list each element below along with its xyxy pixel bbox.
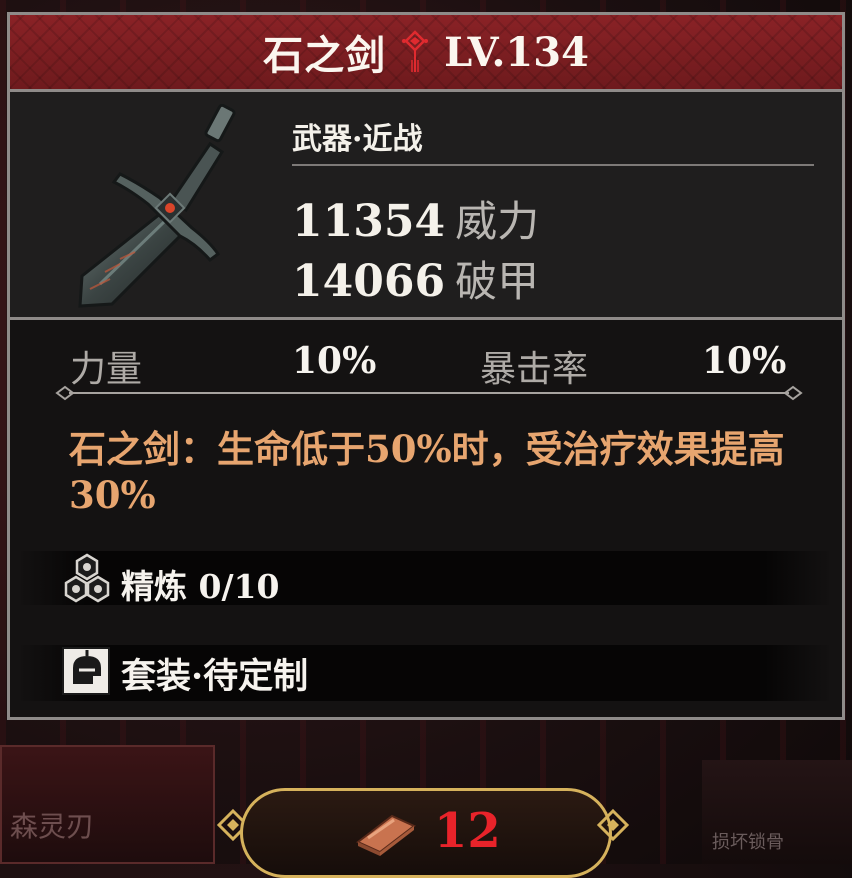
armor-break-value: 14066 xyxy=(292,256,446,307)
ornate-divider xyxy=(55,385,803,401)
refine-progress: 精炼 0/10 xyxy=(121,567,280,606)
item-name: 石之剑 xyxy=(263,32,387,79)
background-panel-text: 损坏锁骨 xyxy=(712,832,784,853)
stone-sword-icon xyxy=(78,104,236,308)
armor-break-label: 破甲 xyxy=(455,257,540,306)
power-label: 威力 xyxy=(455,197,540,246)
item-level: LV.134 xyxy=(444,28,589,76)
item-header: 石之剑 LV.134 xyxy=(10,15,842,92)
armor-break-stat: 14066 破甲 xyxy=(292,248,539,309)
strength-value: 10% xyxy=(292,340,377,382)
item-effect-description: 石之剑：生命低于50%时，受治疗效果提高30% xyxy=(69,427,785,517)
armor-set-icon xyxy=(62,647,110,695)
set-status: 套装·待定制 xyxy=(121,656,309,697)
crit-rate-value: 10% xyxy=(702,340,787,382)
background-item-card: 森灵刃 xyxy=(0,745,215,864)
refine-icon xyxy=(64,553,110,603)
power-value: 11354 xyxy=(292,196,446,247)
background-item-text: 森灵刃 xyxy=(10,810,95,843)
power-stat: 11354 威力 xyxy=(292,188,539,249)
ingot-icon xyxy=(356,814,416,856)
background-panel-right: 损坏锁骨 xyxy=(702,760,852,864)
item-summary: 武器·近战 11354 威力 14066 破甲 xyxy=(10,92,842,320)
type-divider xyxy=(292,164,814,166)
item-type: 武器·近战 xyxy=(292,122,423,157)
cost-right-ornament xyxy=(596,808,630,842)
item-tooltip-card: 石之剑 LV.134 武器·近战 11354 威力 14066 破甲 力量 10… xyxy=(7,12,845,720)
upgrade-cost-button[interactable] xyxy=(240,788,612,878)
chinese-knot-icon xyxy=(402,30,429,72)
cost-amount: 12 xyxy=(434,803,501,859)
